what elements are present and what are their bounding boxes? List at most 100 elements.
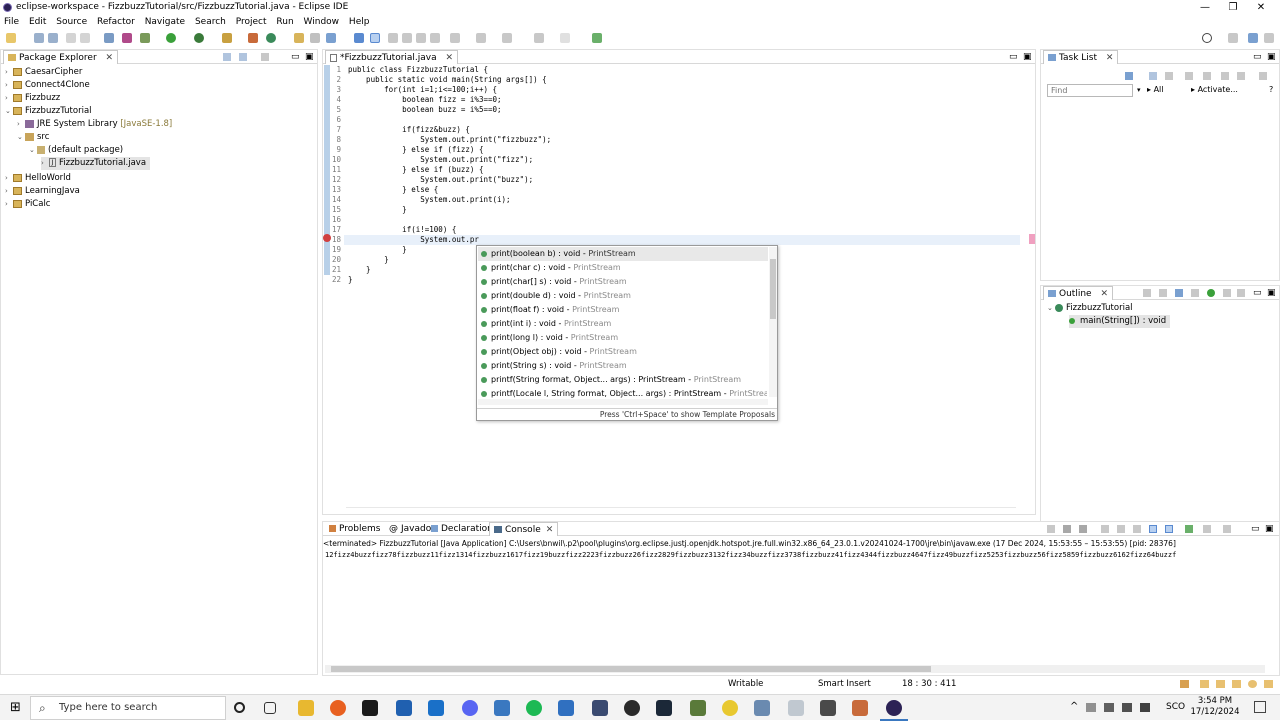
restore-button[interactable]: ❐ (1222, 0, 1244, 15)
proposal-item[interactable]: print(boolean b) : void - PrintStream (481, 247, 636, 261)
new-icon[interactable] (6, 33, 16, 43)
close-icon[interactable]: ✕ (1106, 53, 1114, 63)
terminate-icon[interactable] (1047, 525, 1055, 533)
close-icon[interactable]: ✕ (446, 53, 454, 63)
proposal-item[interactable]: print(String s) : void - PrintStream (481, 359, 627, 373)
tree-item-fizzbuzz[interactable]: › Fizzbuzz (5, 92, 60, 105)
pin-editor-icon[interactable] (592, 33, 602, 43)
tree-item-learningjava[interactable]: › LearningJava (5, 185, 80, 198)
scroll-lock-icon[interactable] (1117, 525, 1125, 533)
hide-local-types-icon[interactable] (1223, 289, 1231, 297)
show-on-error-icon[interactable] (1165, 525, 1173, 533)
collapse-all-icon[interactable] (223, 53, 231, 61)
scheduled-icon[interactable] (1165, 72, 1173, 80)
previous-annotation-icon[interactable] (476, 33, 486, 43)
copy-icon[interactable] (80, 33, 90, 43)
windows-start-icon[interactable]: ⊞ (10, 701, 21, 714)
eclipse-taskbar-icon[interactable] (886, 700, 902, 716)
cut-icon[interactable] (66, 33, 76, 43)
close-icon[interactable]: ✕ (1100, 289, 1108, 299)
forward-icon[interactable] (560, 33, 570, 43)
tree-item-caesarcipher[interactable]: › CaesarCipher (5, 66, 82, 79)
categorized-icon[interactable] (1149, 72, 1157, 80)
file-explorer-icon[interactable] (298, 700, 314, 716)
emoji-app-icon[interactable] (722, 700, 738, 716)
expand-icon[interactable]: › (5, 172, 13, 185)
firefox-icon[interactable] (330, 700, 346, 716)
inkscape-icon[interactable] (820, 700, 836, 716)
hide-static-icon[interactable] (1191, 289, 1199, 297)
tip-icon[interactable] (1264, 680, 1273, 688)
tab-problems[interactable]: Problems (325, 522, 384, 536)
view-menu-icon[interactable] (1259, 72, 1267, 80)
new-java-project-icon[interactable] (248, 33, 258, 43)
remove-all-terminated-icon[interactable] (1079, 525, 1087, 533)
expand-icon[interactable]: › (5, 66, 13, 79)
editor-horizontal-scrollbar[interactable] (346, 507, 1016, 513)
menu-refactor[interactable]: Refactor (97, 15, 135, 29)
hide-completed-icon[interactable] (1203, 72, 1211, 80)
collapse-icon[interactable]: ⌄ (1047, 302, 1055, 315)
tab-package-explorer[interactable]: Package Explorer ✕ (3, 50, 119, 64)
expand-all-icon[interactable] (1237, 72, 1245, 80)
collapse-icon[interactable]: ⌄ (17, 131, 25, 144)
close-icon[interactable]: ✕ (546, 525, 554, 535)
remove-launch-icon[interactable] (1063, 525, 1071, 533)
tree-item-default-package[interactable]: ⌄ (default package) (29, 144, 123, 157)
next-annotation-icon[interactable] (450, 33, 460, 43)
obs-icon[interactable] (624, 700, 640, 716)
proposal-item[interactable]: print(int i) : void - PrintStream (481, 317, 611, 331)
proposal-item[interactable]: print(float f) : void - PrintStream (481, 303, 619, 317)
pilcrow-icon[interactable] (430, 33, 440, 43)
word-wrap-icon[interactable] (1133, 525, 1141, 533)
maximize-view-icon[interactable]: ▣ (1267, 50, 1276, 64)
app-icon[interactable] (852, 700, 868, 716)
activate-link[interactable]: ▸ Activate... (1191, 85, 1238, 94)
outline-item-main[interactable]: main(String[]) : void (1069, 315, 1171, 328)
focus-icon[interactable] (1185, 72, 1193, 80)
overview-ruler-marker[interactable] (1029, 234, 1035, 244)
tip-icon[interactable] (1232, 680, 1241, 688)
tab-outline[interactable]: Outline ✕ (1043, 286, 1113, 300)
tab-fizzbuzztutorial-java[interactable]: *FizzbuzzTutorial.java ✕ (325, 50, 459, 64)
menu-window[interactable]: Window (304, 15, 340, 29)
new-task-icon[interactable] (1125, 72, 1133, 80)
proposal-item[interactable]: print(Object obj) : void - PrintStream (481, 345, 637, 359)
open-task-icon[interactable] (310, 33, 320, 43)
mathematica-icon[interactable] (592, 700, 608, 716)
sort-icon[interactable] (1159, 289, 1167, 297)
hide-fields-icon[interactable] (1175, 289, 1183, 297)
maximize-view-icon[interactable]: ▣ (305, 50, 314, 64)
notification-center-icon[interactable] (1254, 701, 1266, 713)
expand-icon[interactable]: › (17, 118, 25, 131)
menu-help[interactable]: Help (349, 15, 370, 29)
expand-icon[interactable]: › (5, 185, 13, 198)
wifi-icon[interactable] (1122, 703, 1132, 712)
volume-icon[interactable] (1140, 703, 1150, 712)
proposal-scrollbar[interactable] (769, 247, 777, 397)
new-class-icon[interactable] (266, 33, 276, 43)
minimize-view-icon[interactable]: ▭ (291, 50, 300, 64)
tree-item-fizzbuzztutorial[interactable]: ⌄ FizzbuzzTutorial (5, 105, 92, 118)
hide-non-public-icon[interactable] (1207, 289, 1215, 297)
outline-item-class[interactable]: ⌄ FizzbuzzTutorial (1047, 302, 1133, 315)
clock[interactable]: 3:54 PM 17/12/2024 (1190, 696, 1240, 718)
menu-search[interactable]: Search (195, 15, 226, 29)
coverage-icon[interactable] (194, 33, 204, 43)
expand-icon[interactable]: › (5, 79, 13, 92)
console-output[interactable]: 12fizz4buzzfizz78fizzbuzz11fizz1314fizzb… (325, 550, 1279, 560)
menu-run[interactable]: Run (276, 15, 293, 29)
search-icon[interactable] (1202, 33, 1212, 43)
menu-navigate[interactable]: Navigate (145, 15, 185, 29)
collapse-all-icon[interactable] (1221, 72, 1229, 80)
taskbar-search-box[interactable]: ⌕ Type here to search (30, 696, 226, 720)
mail-icon[interactable] (428, 700, 444, 716)
language-indicator[interactable]: SCO (1166, 702, 1185, 712)
proposal-horizontal-scrollbar[interactable] (478, 399, 768, 405)
tab-declaration[interactable]: Declaration (427, 522, 497, 536)
collapse-all-icon[interactable] (1143, 289, 1151, 297)
block-selection-icon[interactable] (388, 33, 398, 43)
menu-file[interactable]: File (4, 15, 19, 29)
tree-item-connect4clone[interactable]: › Connect4Clone (5, 79, 90, 92)
debug-icon[interactable] (140, 33, 150, 43)
